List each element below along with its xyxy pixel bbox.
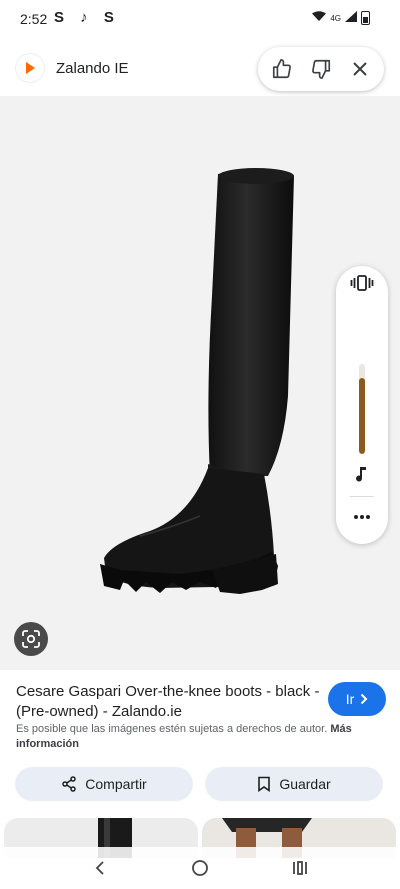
volume-divider <box>350 496 374 497</box>
volume-level <box>359 377 365 454</box>
thumbs-down-button[interactable] <box>304 52 338 86</box>
visit-button[interactable]: Ir <box>328 682 386 716</box>
back-icon <box>95 861 104 875</box>
site-name[interactable]: Zalando IE <box>56 60 129 77</box>
save-button[interactable]: Guardar <box>205 767 383 801</box>
volume-panel <box>336 266 388 544</box>
chevron-right-icon <box>361 693 368 705</box>
feedback-actions <box>258 47 384 91</box>
lens-icon <box>22 630 40 648</box>
status-bar: 2:52 S ♪ S 4G <box>0 0 400 40</box>
status-app-icons: S ♪ S <box>54 9 120 26</box>
bookmark-icon <box>258 776 271 792</box>
signal-label: 4G <box>330 13 341 23</box>
thumbs-down-icon <box>312 59 331 79</box>
vibrate-button[interactable] <box>349 270 375 296</box>
home-button[interactable] <box>182 850 218 886</box>
copyright-text: Es posible que las imágenes estén sujeta… <box>16 723 328 735</box>
signal-icon <box>345 11 357 25</box>
system-nav-bar <box>0 847 400 889</box>
home-icon <box>192 860 208 876</box>
music-button[interactable] <box>349 462 375 488</box>
close-icon <box>353 62 368 76</box>
share-icon <box>62 776 77 792</box>
status-indicators: 4G <box>312 11 370 25</box>
more-icon <box>354 515 370 519</box>
copyright-notice: Es posible que las imágenes estén sujeta… <box>16 722 356 752</box>
back-button[interactable] <box>82 850 118 886</box>
recents-button[interactable] <box>282 850 318 886</box>
volume-slider[interactable] <box>359 364 365 454</box>
play-logo-icon <box>25 62 35 74</box>
share-label: Compartir <box>85 776 147 792</box>
share-button[interactable]: Compartir <box>15 767 193 801</box>
visit-label: Ir <box>345 691 355 707</box>
vibrate-icon <box>350 275 374 291</box>
zalando-logo[interactable] <box>16 54 44 82</box>
thumbs-up-icon <box>272 59 291 79</box>
more-button[interactable] <box>349 504 375 530</box>
save-label: Guardar <box>279 776 331 792</box>
status-time: 2:52 <box>20 11 48 27</box>
music-note-icon <box>356 467 366 482</box>
result-title[interactable]: Cesare Gaspari Over-the-knee boots - bla… <box>16 682 322 722</box>
wifi-icon <box>312 11 327 25</box>
battery-icon <box>361 11 370 25</box>
thumbs-up-button[interactable] <box>265 52 299 86</box>
recents-icon <box>293 861 307 875</box>
lens-button[interactable] <box>14 622 48 656</box>
close-button[interactable] <box>343 52 377 86</box>
